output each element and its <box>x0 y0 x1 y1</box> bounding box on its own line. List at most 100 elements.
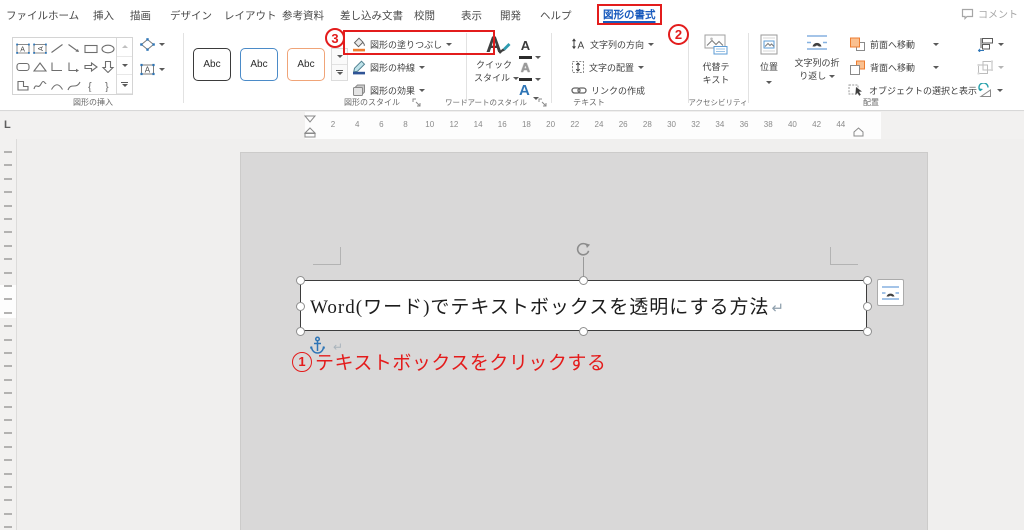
ribbon-tab-11[interactable]: 開発 <box>500 8 521 23</box>
selection-handle[interactable] <box>295 275 305 285</box>
align-objects-button[interactable] <box>977 36 1004 52</box>
vertical-ruler-tick <box>4 164 12 167</box>
scribble-icon[interactable] <box>31 76 48 95</box>
hanging-indent-marker[interactable] <box>303 127 317 138</box>
wordart-dialog-launcher-icon[interactable] <box>538 98 548 108</box>
vertical-ruler-tick <box>4 191 12 194</box>
rotate-objects-button[interactable] <box>977 82 1003 98</box>
text-box-icon[interactable]: A <box>14 39 31 58</box>
svg-text:}: } <box>105 81 109 92</box>
right-indent-marker[interactable] <box>852 127 865 137</box>
quick-styles-button[interactable]: A クイック スタイル <box>474 34 519 84</box>
selection-handle[interactable] <box>862 301 872 311</box>
right-block-arrow-icon[interactable] <box>83 58 100 77</box>
vertical-text-box-icon[interactable]: A <box>31 39 48 58</box>
vertical-ruler[interactable] <box>0 139 17 530</box>
rounded-rectangle-icon[interactable] <box>14 58 31 77</box>
group-separator <box>183 33 184 103</box>
ribbon-tab-10[interactable]: 表示 <box>461 8 482 23</box>
arrow-icon[interactable] <box>65 39 82 58</box>
left-brace-icon[interactable]: { <box>83 76 100 95</box>
group-objects-button[interactable] <box>977 59 1004 75</box>
elbow-arrow-icon[interactable] <box>65 58 82 77</box>
wrap-text-label-1: 文字列の折 <box>794 58 840 68</box>
ribbon-tab-5[interactable]: デザイン <box>170 8 212 23</box>
vertical-ruler-tick <box>4 512 12 515</box>
vertical-ruler-tick <box>4 298 12 301</box>
shape-styles-dialog-launcher-icon[interactable] <box>412 98 422 108</box>
vertical-ruler-tick <box>4 218 12 220</box>
shape-styles-scrollbar[interactable] <box>331 48 348 81</box>
ribbon-tab-2[interactable]: ホーム <box>48 8 79 23</box>
ribbon-tab-12[interactable]: ヘルプ <box>540 8 572 23</box>
comments-button[interactable]: コメント <box>961 6 1018 21</box>
text-direction-button[interactable]: A 文字列の方向 <box>571 36 655 52</box>
paragraph-mark: ↵ <box>771 301 785 317</box>
tab-stop-selector[interactable]: L <box>4 119 11 131</box>
vertical-ruler-tick <box>4 244 12 247</box>
selection-pane-button[interactable]: オブジェクトの選択と表示 <box>848 82 977 98</box>
ribbon-tab-1[interactable]: ファイル <box>6 8 48 23</box>
create-link-button[interactable]: リンクの作成 <box>571 82 645 98</box>
position-button[interactable]: 位置 <box>754 34 784 92</box>
selection-handle[interactable] <box>862 275 872 285</box>
ribbon-tab-13[interactable]: 図形の書式 <box>597 4 662 25</box>
alt-text-button[interactable]: 代替テ キスト <box>694 34 738 86</box>
ribbon-tab-9[interactable]: 校閲 <box>414 8 435 23</box>
styles-scroll-down-icon[interactable] <box>332 49 347 64</box>
ribbon-tab-6[interactable]: レイアウト <box>224 8 277 23</box>
align-text-button[interactable]: 文字の配置 <box>571 59 645 75</box>
gallery-scroll-up-icon[interactable] <box>117 38 132 57</box>
ribbon-tab-8[interactable]: 差し込み文書 <box>340 8 403 23</box>
selection-handle[interactable] <box>295 326 305 336</box>
shape-effects-button[interactable]: 図形の効果 <box>352 82 426 98</box>
edit-shape-button[interactable] <box>140 36 165 52</box>
oval-icon[interactable] <box>100 39 117 58</box>
rectangle-icon[interactable] <box>83 39 100 58</box>
text-outline-button[interactable]: A <box>519 59 541 81</box>
ribbon-tab-7[interactable]: 参考資料 <box>282 8 324 23</box>
text-fill-button[interactable]: A <box>519 37 541 59</box>
shape-fill-button[interactable]: 図形の塗りつぶし <box>352 36 453 52</box>
ruler-number: 34 <box>715 120 725 129</box>
elbow-connector-icon[interactable] <box>48 58 65 77</box>
gallery-scroll-down-icon[interactable] <box>117 57 132 76</box>
selection-handle[interactable] <box>862 326 872 336</box>
vertical-ruler-tick <box>4 445 12 448</box>
selection-handle[interactable] <box>578 275 588 285</box>
down-block-arrow-icon[interactable] <box>100 58 117 77</box>
gallery-more-icon[interactable] <box>117 75 132 95</box>
rotate-handle-icon[interactable] <box>574 241 592 258</box>
curve-icon[interactable] <box>65 76 82 95</box>
line-icon[interactable] <box>48 39 65 58</box>
ribbon-tab-4[interactable]: 描画 <box>130 8 151 23</box>
horizontal-ruler[interactable]: L 2 4 6 8 10 12 14 16 18 20 22 24 26 28 30 32 34 36 38 40 42… <box>0 112 1024 139</box>
vertical-ruler-tick <box>4 472 12 475</box>
text-box-content: Word(ワード)でテキストボックスを透明にする方法 ↵ <box>310 297 785 318</box>
wrap-text-button[interactable]: 文字列の折 り返し <box>790 34 844 82</box>
document-page[interactable] <box>240 152 928 530</box>
first-line-indent-marker[interactable] <box>303 115 317 123</box>
create-link-label: リンクの作成 <box>591 85 646 96</box>
shape-outline-label: 図形の枠線 <box>370 62 416 73</box>
selected-text-box[interactable]: Word(ワード)でテキストボックスを透明にする方法 ↵ <box>300 280 867 331</box>
styles-more-icon[interactable] <box>332 64 347 80</box>
ribbon-tab-3[interactable]: 挿入 <box>93 8 114 23</box>
corner-shape-icon[interactable] <box>14 76 31 95</box>
draw-text-box-button[interactable]: A <box>140 61 165 77</box>
right-brace-icon[interactable]: } <box>100 76 117 95</box>
shape-fill-label: 図形の塗りつぶし <box>370 39 443 50</box>
arc-icon[interactable] <box>48 76 65 95</box>
shape-style-sample-3[interactable]: Abc <box>287 48 325 81</box>
shape-outline-button[interactable]: 図形の枠線 <box>352 59 426 75</box>
selection-handle[interactable] <box>295 301 305 311</box>
send-backward-button[interactable]: 背面へ移動 <box>849 59 940 75</box>
bring-forward-button[interactable]: 前面へ移動 <box>849 36 940 52</box>
layout-options-button[interactable] <box>877 279 904 306</box>
ruler-number: 12 <box>449 120 459 129</box>
shape-style-sample-1[interactable]: Abc <box>193 48 231 81</box>
triangle-icon[interactable] <box>31 58 48 77</box>
shape-gallery-scrollbar[interactable] <box>116 38 132 95</box>
shape-style-sample-2[interactable]: Abc <box>240 48 278 81</box>
selection-handle[interactable] <box>578 326 588 336</box>
